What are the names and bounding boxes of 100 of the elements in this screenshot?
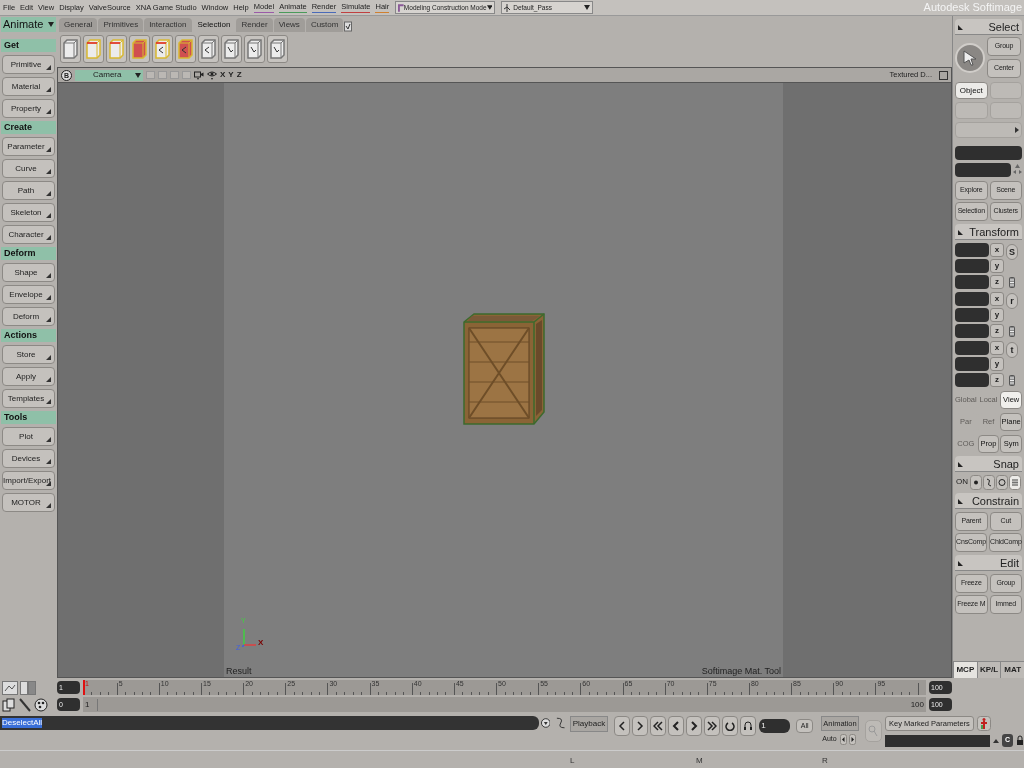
value-field[interactable] (955, 243, 989, 257)
caret-up-icon[interactable] (993, 737, 999, 744)
axis-button[interactable]: y (990, 308, 1004, 322)
command-text[interactable]: DeselectAll (2, 718, 42, 728)
transport-button[interactable] (740, 716, 757, 736)
snap-option-icon[interactable] (996, 474, 1008, 490)
tool-menu-button[interactable]: Shape (2, 263, 55, 282)
value-field[interactable] (955, 308, 989, 322)
selection-field[interactable] (955, 146, 1022, 160)
axis-button[interactable]: z (990, 275, 1004, 289)
panel-header[interactable]: Snap (955, 456, 1022, 472)
tool-menu-button[interactable]: Parameter (2, 137, 55, 156)
script-icon[interactable] (554, 716, 568, 730)
axis-button[interactable]: z (990, 324, 1004, 338)
tool-menu-button[interactable]: Character (2, 225, 55, 244)
transform-mode-button[interactable]: S (1006, 244, 1018, 260)
layout-icon[interactable] (2, 680, 18, 695)
snap-on-button[interactable]: ON (955, 474, 969, 490)
value-field[interactable] (955, 341, 989, 355)
tool-menu-button[interactable]: Apply (2, 367, 55, 386)
selection-tool-button[interactable] (106, 34, 127, 63)
tool-menu-button[interactable]: MOTOR (2, 493, 55, 512)
axis-button[interactable]: z (990, 373, 1004, 387)
value-field[interactable] (955, 373, 989, 387)
toolbar-tab[interactable]: General (59, 18, 98, 32)
toolbar-tab[interactable]: Render (236, 18, 273, 32)
axis-button[interactable]: x (990, 292, 1004, 306)
snap-option-icon[interactable] (1009, 474, 1021, 490)
value-field[interactable] (955, 259, 989, 273)
dropdown-icon[interactable] (540, 718, 551, 728)
playback-menu-button[interactable]: Playback (569, 716, 609, 732)
filter-button[interactable]: Object (955, 82, 988, 99)
tool-menu-button[interactable]: Skeleton (2, 203, 55, 222)
spinner-icon[interactable] (1013, 164, 1022, 176)
selection-tool-button[interactable] (267, 34, 288, 63)
slider-icon[interactable] (1009, 375, 1015, 386)
camera-dropdown[interactable]: Camera (75, 69, 143, 81)
panel-header[interactable]: Transform (955, 224, 1022, 240)
playhead-marker[interactable] (83, 680, 85, 695)
selection-tool-button[interactable] (60, 34, 81, 63)
selection-tool-button[interactable] (152, 34, 173, 63)
snap-option-icon[interactable] (970, 474, 982, 490)
tool-menu-button[interactable]: Deform (2, 307, 55, 326)
panel-header[interactable]: Select (955, 19, 1022, 35)
value-field[interactable] (955, 324, 989, 338)
maximize-icon[interactable] (939, 70, 948, 80)
tool-menu-button[interactable]: Store (2, 345, 55, 364)
axis-button[interactable]: y (990, 259, 1004, 273)
panel-tab[interactable]: MCP (953, 661, 977, 678)
frame-field[interactable]: 1 (759, 719, 790, 733)
axis-toggle[interactable]: Y (228, 69, 234, 81)
tool-menu-button[interactable]: Curve (2, 159, 55, 178)
tool-menu-button[interactable]: Envelope (2, 285, 55, 304)
transport-button[interactable] (650, 716, 667, 736)
panel-tab[interactable]: KP/L (976, 661, 1001, 678)
transport-button[interactable] (686, 716, 703, 736)
axis-button[interactable]: x (990, 243, 1004, 257)
axis-toggle[interactable]: X (220, 69, 226, 81)
panel-header[interactable]: Edit (955, 555, 1022, 571)
transport-button[interactable] (704, 716, 721, 736)
transport-button[interactable] (614, 716, 631, 736)
module-dropdown[interactable]: Animate (1, 17, 56, 32)
slider-icon[interactable] (1009, 326, 1015, 337)
toolbar-tab[interactable]: Primitives (98, 18, 144, 32)
panel-header[interactable]: Constrain (955, 493, 1022, 509)
transport-button[interactable] (668, 716, 685, 736)
selection-tool-button[interactable] (221, 34, 242, 63)
tool-menu-button[interactable]: Plot (2, 427, 55, 446)
tool-menu-button[interactable]: Property (2, 99, 55, 118)
selection-tool-button[interactable] (83, 34, 104, 63)
transport-button[interactable] (632, 716, 649, 736)
tool-menu-button[interactable]: Material (2, 77, 55, 96)
range-bar[interactable]: 1 100 (83, 697, 926, 712)
selection-tool-button[interactable] (244, 34, 265, 63)
value-field[interactable] (955, 275, 989, 289)
slider-icon[interactable] (1009, 277, 1015, 288)
transform-mode-button[interactable]: r (1006, 293, 1018, 309)
eye-icon[interactable] (207, 70, 217, 80)
selection-field[interactable] (955, 163, 1011, 177)
palette-icon[interactable] (34, 697, 48, 712)
tool-menu-button[interactable]: Devices (2, 449, 55, 468)
next-icon[interactable] (848, 734, 856, 745)
axis-button[interactable]: x (990, 341, 1004, 355)
snap-option-icon[interactable] (983, 474, 995, 490)
transform-mode-button[interactable]: t (1006, 342, 1018, 358)
toolbar-tab[interactable]: Interaction (144, 18, 192, 32)
tab-add-icon[interactable] (344, 20, 353, 32)
camera-icon[interactable] (194, 70, 204, 80)
selection-tool-button[interactable] (175, 34, 196, 63)
tool-menu-button[interactable]: Primitive (2, 55, 55, 74)
value-field[interactable] (955, 357, 989, 371)
select-tool-button[interactable] (955, 42, 985, 73)
clipboard-icon[interactable] (2, 697, 16, 712)
lock-icon[interactable] (1016, 735, 1024, 746)
selection-tool-button[interactable] (129, 34, 150, 63)
selection-tool-button[interactable] (198, 34, 219, 63)
key-set-field[interactable] (885, 734, 990, 747)
axis-toggle[interactable]: Z (236, 69, 242, 81)
value-field[interactable] (955, 292, 989, 306)
panel-tab[interactable]: MAT (1000, 661, 1024, 678)
